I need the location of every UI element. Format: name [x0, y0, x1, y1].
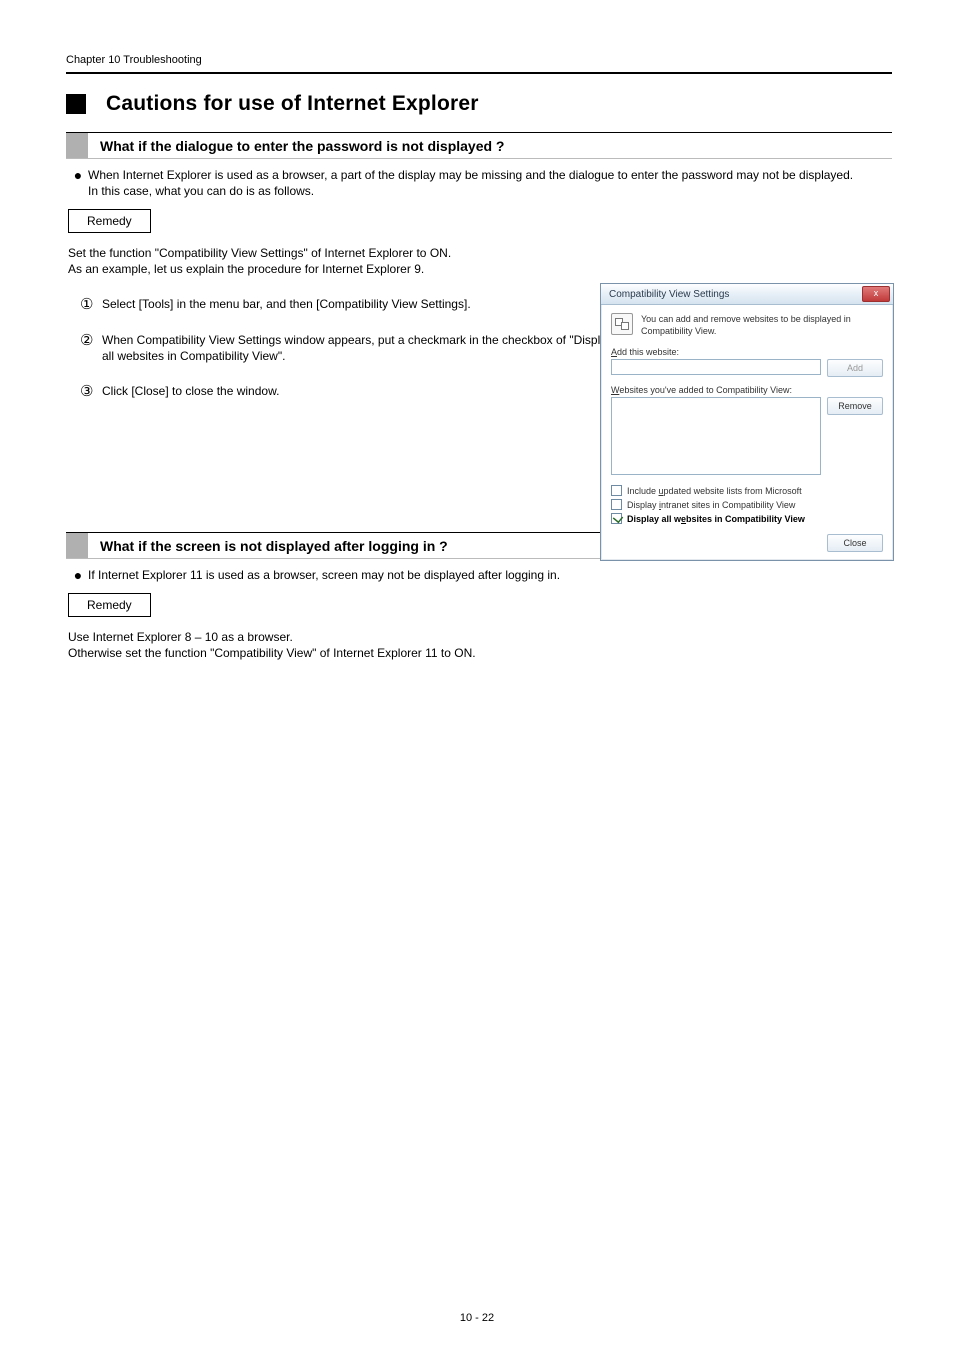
checkbox-label: Include updated website lists from Micro… — [627, 486, 802, 496]
subsection-bullet — [66, 533, 88, 558]
step-text: Select [Tools] in the menu bar, and then… — [102, 295, 471, 312]
remedy-label-box: Remedy — [68, 209, 151, 233]
body-text: Use Internet Explorer 8 – 10 as a browse… — [68, 629, 892, 661]
field-label: Websites you've added to Compatibility V… — [611, 385, 883, 395]
section-bullet — [66, 94, 86, 114]
add-website-input[interactable] — [611, 359, 821, 375]
step-text: When Compatibility View Settings window … — [102, 331, 622, 364]
body-text: Set the function "Compatibility View Set… — [68, 245, 892, 277]
add-button[interactable]: Add — [827, 359, 883, 377]
checkbox-label: Display all websites in Compatibility Vi… — [627, 514, 805, 524]
step-number-2: ② — [68, 331, 102, 349]
display-intranet-checkbox[interactable] — [611, 499, 622, 510]
compatibility-view-dialog: Compatibility View Settings x You can ad… — [600, 283, 894, 561]
chapter-title: Chapter 10 Troubleshooting — [66, 54, 892, 66]
step-number-3: ③ — [68, 382, 102, 400]
page-number: 10 - 22 — [0, 1312, 954, 1324]
bullet-icon: ● — [68, 167, 88, 199]
dialog-info-text: You can add and remove websites to be di… — [641, 313, 883, 337]
subsection-title: What if the dialogue to enter the passwo… — [88, 133, 892, 158]
checkbox-label: Display intranet sites in Compatibility … — [627, 500, 795, 510]
body-text: When Internet Explorer is used as a brow… — [88, 167, 853, 199]
body-text: If Internet Explorer 11 is used as a bro… — [88, 567, 560, 583]
chapter-rule — [66, 72, 892, 74]
remedy-label-box: Remedy — [68, 593, 151, 617]
dialog-title: Compatibility View Settings — [609, 289, 729, 300]
close-button[interactable]: Close — [827, 534, 883, 552]
remove-button[interactable]: Remove — [827, 397, 883, 415]
section-title: Cautions for use of Internet Explorer — [106, 92, 479, 116]
field-label: Add this website: — [611, 347, 883, 357]
torn-page-icon — [611, 313, 633, 335]
close-icon[interactable]: x — [862, 286, 890, 302]
added-websites-list[interactable] — [611, 397, 821, 475]
step-number-1: ① — [68, 295, 102, 313]
include-updated-lists-checkbox[interactable] — [611, 485, 622, 496]
display-all-checkbox[interactable] — [611, 513, 622, 524]
subsection-bullet — [66, 133, 88, 158]
step-text: Click [Close] to close the window. — [102, 382, 279, 399]
bullet-icon: ● — [68, 567, 88, 583]
